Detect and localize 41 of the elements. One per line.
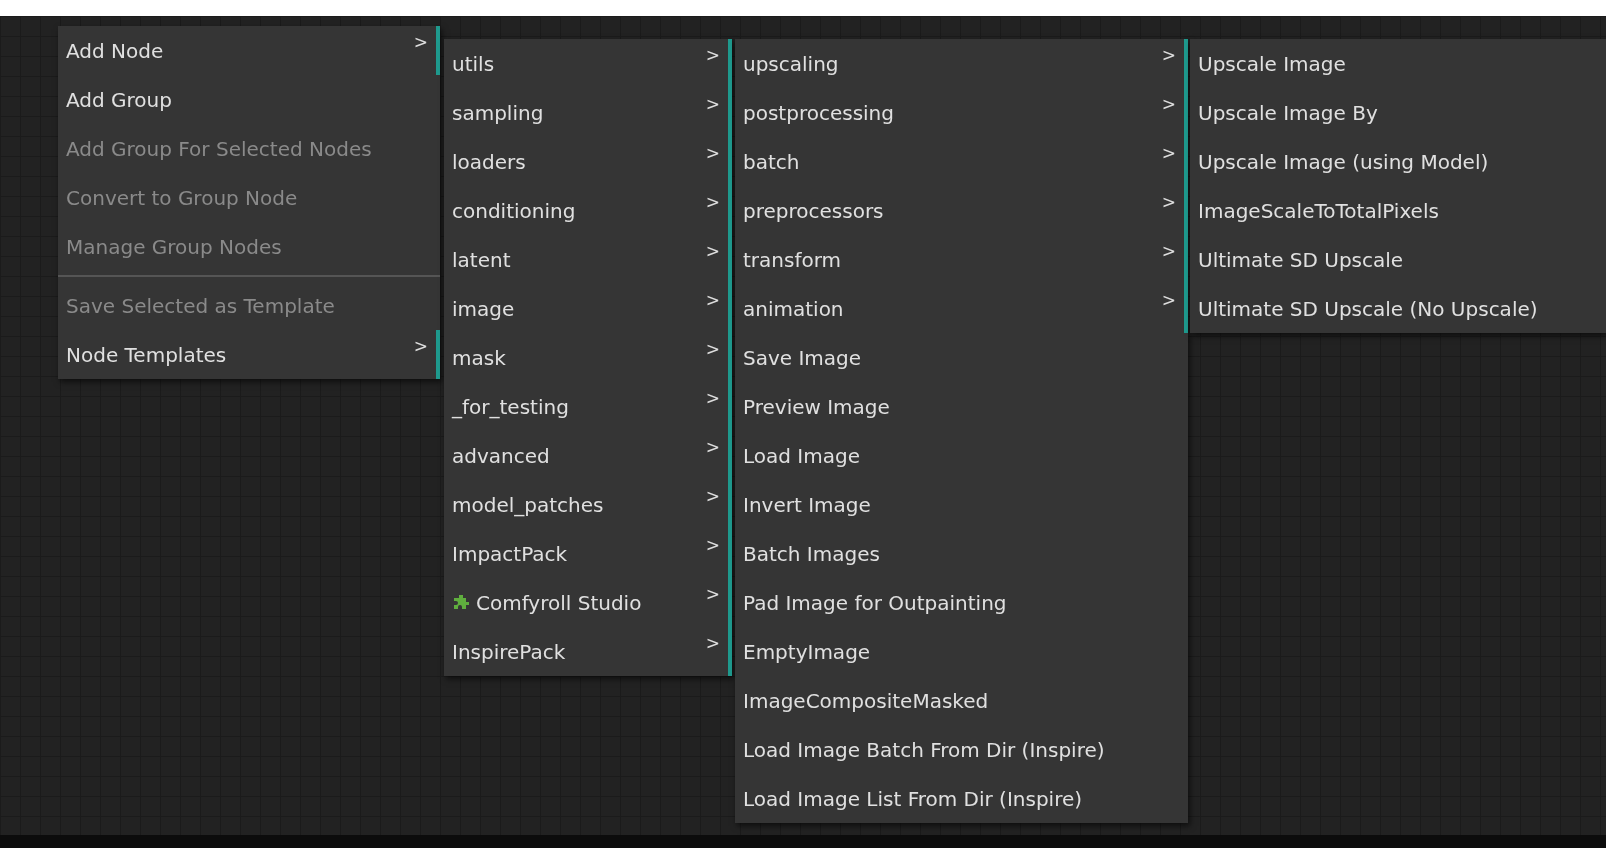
menu-item[interactable]: Load Image (735, 431, 1188, 480)
menu-item[interactable]: ImageCompositeMasked (735, 676, 1188, 725)
submenu-arrow-icon: > (705, 339, 720, 359)
menu-item[interactable]: Pad Image for Outpainting (735, 578, 1188, 627)
submenu-arrow-icon: > (1161, 143, 1176, 163)
menu-item[interactable]: Node Templates > (58, 330, 440, 379)
submenu-arrow-icon: > (705, 633, 720, 653)
submenu-arrow-icon: > (1161, 94, 1176, 114)
submenu-arrow-icon: > (1161, 192, 1176, 212)
submenu-arrow-icon: > (413, 32, 428, 52)
menu-item[interactable]: Preview Image (735, 382, 1188, 431)
submenu-arrow-icon: > (1161, 290, 1176, 310)
submenu-arrow-icon: > (705, 486, 720, 506)
submenu-arrow-icon: > (705, 290, 720, 310)
menu-item[interactable]: Ultimate SD Upscale (No Upscale) (1190, 284, 1606, 333)
submenu-arrow-icon: > (1161, 45, 1176, 65)
submenu-arrow-icon: > (705, 584, 720, 604)
menu-item[interactable]: Upscale Image (using Model) (1190, 137, 1606, 186)
menu-item[interactable]: ImageScaleToTotalPixels (1190, 186, 1606, 235)
menu-item[interactable]: Add Node > (58, 26, 440, 75)
submenu-arrow-icon: > (705, 45, 720, 65)
submenu-arrow-icon: > (705, 241, 720, 261)
menu-item[interactable]: Upscale Image (1190, 39, 1606, 88)
submenu-arrow-icon: > (705, 388, 720, 408)
menu-item[interactable]: Ultimate SD Upscale (1190, 235, 1606, 284)
puzzle-icon (452, 593, 470, 612)
submenu-arrow-icon: > (413, 336, 428, 356)
menu-item[interactable]: Load Image List From Dir (Inspire) (735, 774, 1188, 823)
menu-item[interactable]: Save Image (735, 333, 1188, 382)
submenu-arrow-icon: > (705, 437, 720, 457)
submenu-arrow-icon: > (705, 192, 720, 212)
menu-item[interactable]: Invert Image (735, 480, 1188, 529)
submenu-arrow-icon: > (705, 143, 720, 163)
submenu-arrow-icon: > (1161, 241, 1176, 261)
submenu-arrow-icon: > (705, 94, 720, 114)
menu-item[interactable]: Load Image Batch From Dir (Inspire) (735, 725, 1188, 774)
menu-item[interactable]: Batch Images (735, 529, 1188, 578)
menu-item[interactable]: Add Group (58, 75, 440, 124)
menu-item[interactable]: EmptyImage (735, 627, 1188, 676)
submenu-arrow-icon: > (705, 535, 720, 555)
menu-item[interactable]: Upscale Image By (1190, 88, 1606, 137)
